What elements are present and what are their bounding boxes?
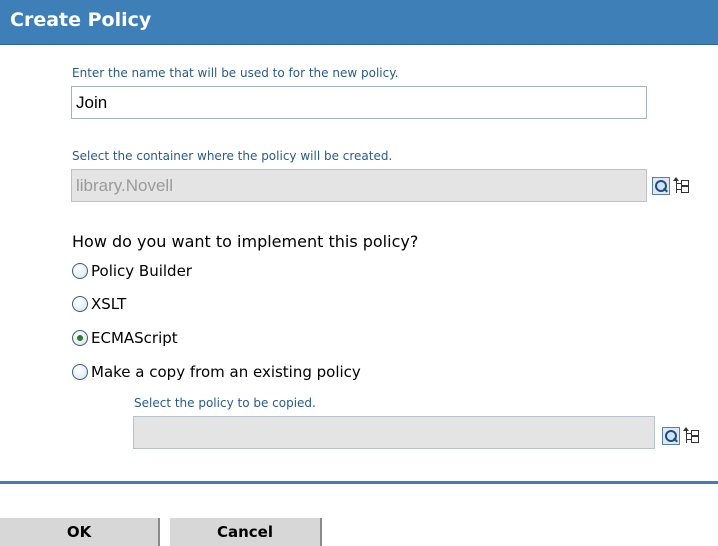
page-title: Create Policy xyxy=(10,9,152,31)
radio-button[interactable] xyxy=(72,296,88,312)
container-browse-icon[interactable] xyxy=(673,177,691,195)
policy-name-input[interactable] xyxy=(71,86,647,119)
ok-button[interactable]: OK xyxy=(0,518,160,546)
title-bar: Create Policy xyxy=(0,0,718,45)
radio-label: XSLT xyxy=(91,295,127,313)
copy-policy-hint: Select the policy to be copied. xyxy=(134,396,316,410)
copy-policy-input xyxy=(133,416,655,449)
container-input xyxy=(71,169,647,202)
container-search-icon[interactable] xyxy=(652,177,670,195)
radio-ecmascript[interactable]: ECMAScript xyxy=(72,327,178,349)
copy-policy-search-icon[interactable] xyxy=(662,427,680,445)
radio-label: Make a copy from an existing policy xyxy=(91,363,361,381)
container-hint: Select the container where the policy wi… xyxy=(72,149,393,163)
radio-xslt[interactable]: XSLT xyxy=(72,293,126,315)
radio-label: ECMAScript xyxy=(91,329,178,347)
radio-button[interactable] xyxy=(72,364,88,380)
radio-policy-builder[interactable]: Policy Builder xyxy=(72,260,192,282)
radio-label: Policy Builder xyxy=(91,262,192,280)
policy-name-hint: Enter the name that will be used to for … xyxy=(72,66,399,80)
footer-divider xyxy=(0,481,718,484)
radio-button-selected[interactable] xyxy=(72,330,88,346)
implementation-question: How do you want to implement this policy… xyxy=(72,232,419,251)
cancel-button[interactable]: Cancel xyxy=(170,518,322,546)
radio-copy-existing[interactable]: Make a copy from an existing policy xyxy=(72,361,361,383)
copy-policy-browse-icon[interactable] xyxy=(683,427,701,445)
radio-button[interactable] xyxy=(72,263,88,279)
